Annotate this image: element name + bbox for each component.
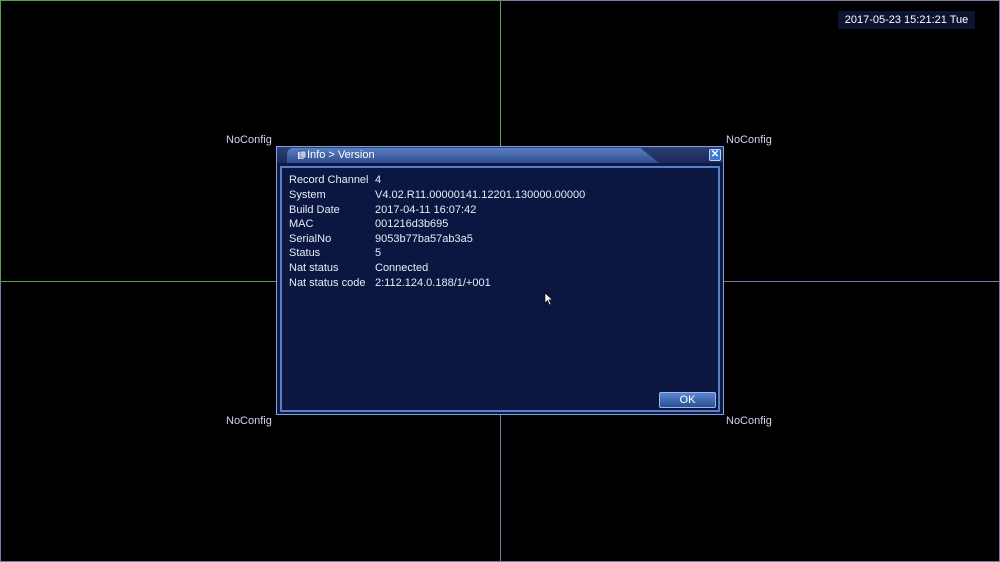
info-label: Status [289, 247, 321, 259]
info-label: Build Date [289, 204, 340, 216]
dvr-screen: NoConfig NoConfig NoConfig NoConfig 2017… [0, 0, 1000, 562]
channel-1-status: NoConfig [226, 134, 272, 146]
info-value: 2:112.124.0.188/1/+001 [375, 277, 491, 289]
version-dialog: Info > Version ✕ Record Channel 4 System V… [276, 146, 724, 415]
dialog-content: Record Channel 4 System V4.02.R11.00000141… [280, 166, 720, 412]
info-value: 5 [375, 247, 382, 259]
info-row-nat-status-code: Nat status code 2:112.124.0.188/1/+001 [289, 276, 491, 291]
info-row-system: System V4.02.R11.00000141.12201.130000.00… [289, 188, 585, 203]
info-value: V4.02.R11.00000141.12201.130000.00000 [375, 189, 586, 201]
close-button[interactable]: ✕ [709, 149, 721, 161]
dialog-titlebar[interactable]: Info > Version ✕ [277, 147, 723, 163]
info-row-build-date: Build Date 2017-04-11 16:07:42 [289, 203, 476, 218]
info-label: System [289, 189, 326, 201]
info-label: SerialNo [289, 233, 332, 245]
info-row-serialno: SerialNo 9053b77ba57ab3a5 [289, 232, 473, 247]
info-label: Nat status [289, 262, 339, 274]
datetime-display: 2017-05-23 15:21:21 Tue [838, 11, 975, 29]
info-value: 2017-04-11 16:07:42 [375, 204, 477, 216]
info-row-record-channel: Record Channel 4 [289, 173, 381, 188]
info-label: Nat status code [289, 277, 366, 289]
ok-button[interactable]: OK [659, 392, 716, 408]
info-value: Connected [375, 262, 429, 274]
info-row-mac: MAC 001216d3b695 [289, 217, 448, 232]
info-value: 4 [375, 174, 382, 186]
channel-4-status: NoConfig [726, 415, 772, 427]
info-label: MAC [289, 218, 314, 230]
info-row-status: Status 5 [289, 246, 381, 261]
close-icon: ✕ [710, 149, 720, 160]
info-icon [298, 150, 307, 159]
dialog-title: Info > Version [307, 149, 375, 161]
info-value: 9053b77ba57ab3a5 [375, 233, 473, 245]
channel-2-status: NoConfig [726, 134, 772, 146]
info-label: Record Channel [289, 174, 369, 186]
info-row-nat-status: Nat status Connected [289, 261, 428, 276]
mouse-cursor-icon [544, 292, 554, 306]
channel-3-status: NoConfig [226, 415, 272, 427]
info-value: 001216d3b695 [375, 218, 449, 230]
